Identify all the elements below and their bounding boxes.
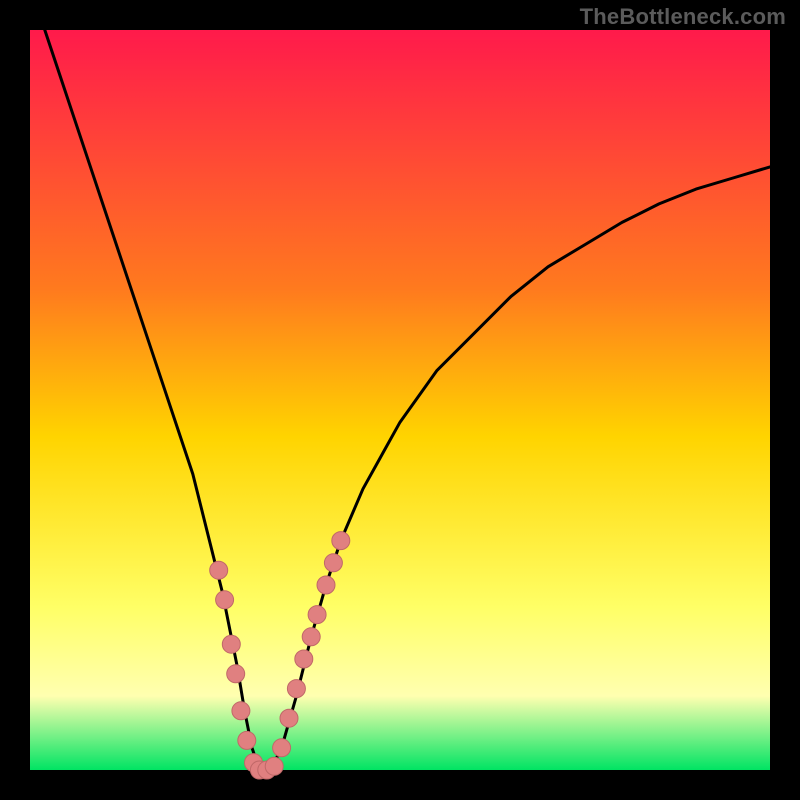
curve-marker bbox=[302, 628, 320, 646]
watermark-text: TheBottleneck.com bbox=[580, 4, 786, 30]
curve-marker bbox=[317, 576, 335, 594]
curve-marker bbox=[332, 532, 350, 550]
curve-marker bbox=[232, 702, 250, 720]
curve-marker bbox=[287, 680, 305, 698]
curve-marker bbox=[280, 709, 298, 727]
curve-marker bbox=[222, 635, 240, 653]
curve-marker bbox=[308, 606, 326, 624]
curve-marker bbox=[238, 731, 256, 749]
bottleneck-chart bbox=[0, 0, 800, 800]
curve-marker bbox=[216, 591, 234, 609]
curve-marker bbox=[273, 739, 291, 757]
plot-background bbox=[30, 30, 770, 770]
curve-marker bbox=[210, 561, 228, 579]
curve-marker bbox=[295, 650, 313, 668]
curve-marker bbox=[265, 757, 283, 775]
curve-marker bbox=[324, 554, 342, 572]
curve-marker bbox=[227, 665, 245, 683]
